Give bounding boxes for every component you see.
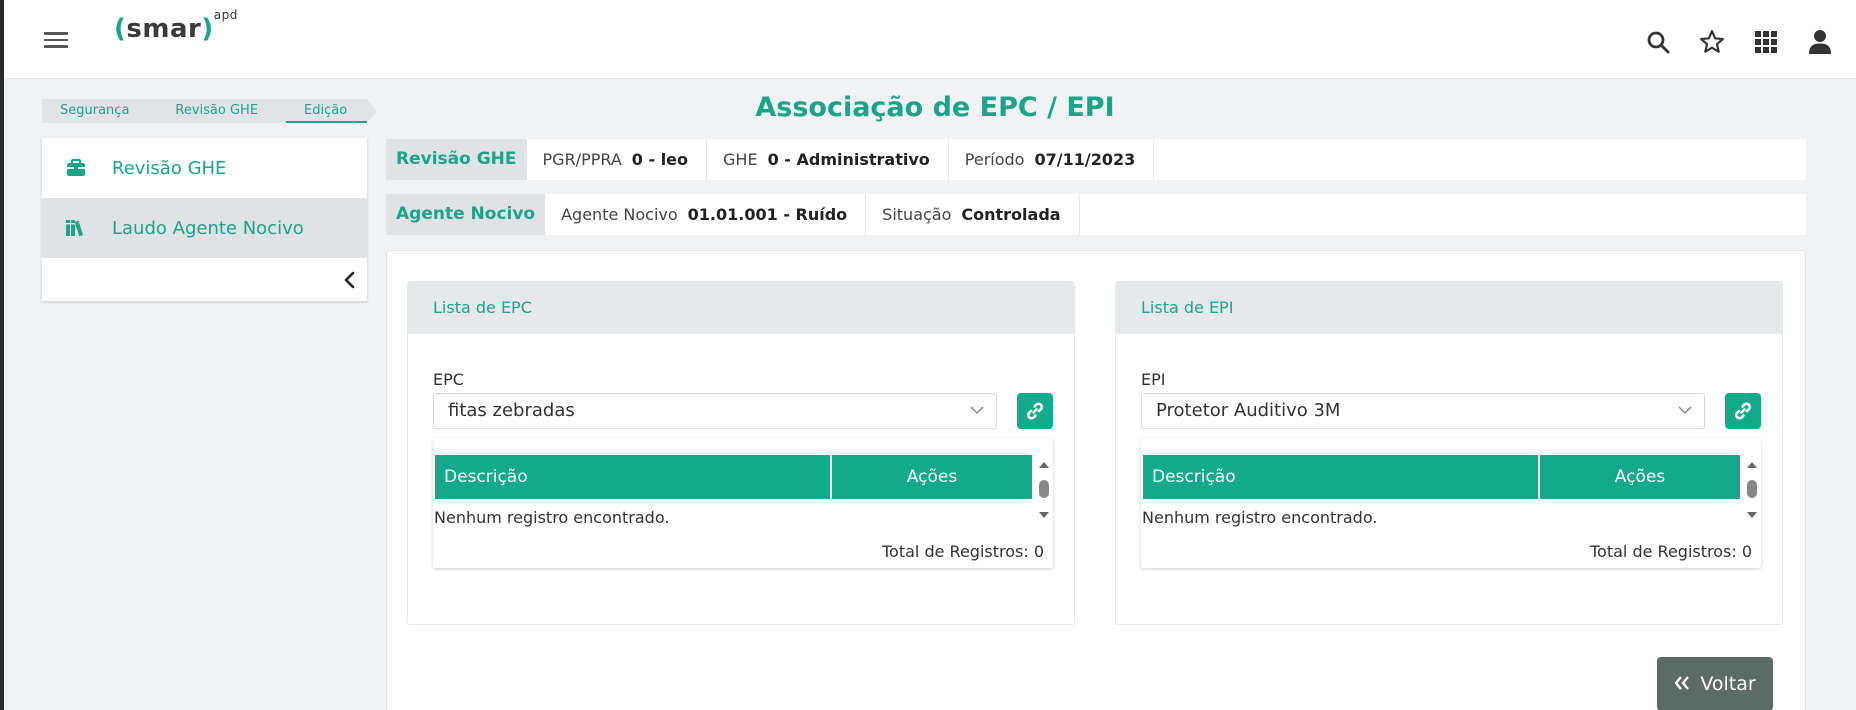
- revisao-ghe-badge: Revisão GHE: [386, 139, 527, 180]
- scroll-down-arrow-icon[interactable]: [1039, 512, 1049, 518]
- epi-panel-title: Lista de EPI: [1116, 282, 1782, 334]
- top-actions: [1642, 26, 1836, 58]
- table-scrollbar[interactable]: [1037, 462, 1051, 518]
- link-epc-button[interactable]: [1017, 393, 1053, 429]
- epc-panel-title: Lista de EPC: [408, 282, 1074, 334]
- logo-text: smar: [126, 14, 202, 44]
- breadcrumb-edicao[interactable]: Edição: [278, 99, 378, 123]
- epc-panel: Lista de EPC EPC fitas zebradas Descriçã…: [407, 281, 1075, 625]
- collapse-sidebar-icon[interactable]: [339, 269, 359, 291]
- epi-field-label: EPI: [1141, 370, 1166, 389]
- breadcrumb-revisao-ghe[interactable]: Revisão GHE: [149, 99, 288, 123]
- hamburger-menu-icon[interactable]: [44, 28, 74, 52]
- column-header-acoes[interactable]: Ações: [1540, 455, 1740, 499]
- agente-nocivo-bar: Agente Nocivo Agente Nocivo 01.01.001 - …: [386, 194, 1806, 235]
- breadcrumb-seguranca[interactable]: Segurança: [42, 99, 160, 123]
- scroll-thumb[interactable]: [1039, 480, 1049, 498]
- column-header-descricao[interactable]: Descrição: [435, 455, 832, 499]
- epc-field-label: EPC: [433, 370, 464, 389]
- field-label: Agente Nocivo: [561, 205, 678, 224]
- star-icon[interactable]: [1696, 26, 1728, 58]
- field-label: GHE: [723, 150, 758, 169]
- field-value: 07/11/2023: [1034, 150, 1136, 169]
- link-icon: [1027, 402, 1043, 420]
- field-value: 0 - Administrativo: [767, 150, 930, 169]
- window-edge: [0, 0, 4, 710]
- table-header: Descrição Ações: [435, 455, 1032, 499]
- logo-suffix: apd: [213, 8, 238, 23]
- scroll-up-arrow-icon[interactable]: [1039, 462, 1049, 468]
- epi-select[interactable]: Protetor Auditivo 3M: [1141, 393, 1705, 429]
- field-label: Situação: [882, 205, 952, 224]
- scroll-thumb[interactable]: [1747, 480, 1757, 498]
- column-header-acoes[interactable]: Ações: [832, 455, 1032, 499]
- epi-panel: Lista de EPI EPI Protetor Auditivo 3M De…: [1115, 281, 1783, 625]
- empty-message: Nenhum registro encontrado.: [1142, 508, 1378, 527]
- scroll-up-arrow-icon[interactable]: [1747, 462, 1757, 468]
- field-label: PGR/PPRA: [542, 150, 622, 169]
- total-records: Total de Registros: 0: [882, 542, 1044, 561]
- user-icon[interactable]: [1804, 26, 1836, 58]
- epi-table: Descrição Ações Nenhum registro encontra…: [1141, 438, 1761, 568]
- page-title: Associação de EPC / EPI: [755, 92, 1115, 123]
- double-chevron-left-icon: [1674, 673, 1690, 695]
- search-icon[interactable]: [1642, 26, 1674, 58]
- table-header: Descrição Ações: [1143, 455, 1740, 499]
- link-epi-button[interactable]: [1725, 393, 1761, 429]
- sidebar-item-revisao-ghe[interactable]: Revisão GHE: [42, 138, 367, 198]
- epc-selected-value: fitas zebradas: [448, 400, 575, 421]
- chevron-down-icon: [1678, 394, 1692, 440]
- field-label: Período: [964, 150, 1025, 169]
- sidebar-item-label: Laudo Agente Nocivo: [112, 217, 304, 239]
- scroll-down-arrow-icon[interactable]: [1747, 512, 1757, 518]
- column-header-descricao[interactable]: Descrição: [1143, 455, 1540, 499]
- books-icon: [42, 219, 110, 237]
- revisao-ghe-bar: Revisão GHE PGR/PPRA 0 - leo GHE 0 - Adm…: [386, 139, 1806, 180]
- agente-nocivo-field: Agente Nocivo 01.01.001 - Ruído: [545, 194, 867, 235]
- periodo-field: Período 07/11/2023: [949, 139, 1155, 180]
- situacao-field: Situação Controlada: [866, 194, 1080, 235]
- apps-grid-icon[interactable]: [1750, 26, 1782, 58]
- voltar-button[interactable]: Voltar: [1657, 657, 1773, 710]
- total-records: Total de Registros: 0: [1590, 542, 1752, 561]
- voltar-label: Voltar: [1700, 673, 1756, 695]
- field-value: 0 - leo: [631, 150, 689, 169]
- empty-message: Nenhum registro encontrado.: [434, 508, 670, 527]
- briefcase-icon: [42, 159, 110, 177]
- sidebar: Revisão GHE Laudo Agente Nocivo: [42, 138, 367, 301]
- epc-select[interactable]: fitas zebradas: [433, 393, 997, 429]
- ghe-field: GHE 0 - Administrativo: [707, 139, 949, 180]
- field-value: Controlada: [961, 205, 1061, 224]
- main-card: Lista de EPC EPC fitas zebradas Descriçã…: [386, 250, 1806, 710]
- pgr-ppra-field: PGR/PPRA 0 - leo: [527, 139, 708, 180]
- table-scrollbar[interactable]: [1745, 462, 1759, 518]
- logo[interactable]: (smar)apd: [114, 8, 238, 44]
- epc-table: Descrição Ações Nenhum registro encontra…: [433, 438, 1053, 568]
- sidebar-item-label: Revisão GHE: [112, 157, 227, 179]
- chevron-down-icon: [970, 394, 984, 440]
- field-value: 01.01.001 - Ruído: [687, 205, 848, 224]
- epi-selected-value: Protetor Auditivo 3M: [1156, 400, 1341, 421]
- agente-nocivo-badge: Agente Nocivo: [386, 194, 546, 235]
- link-icon: [1735, 402, 1751, 420]
- sidebar-item-laudo-agente-nocivo[interactable]: Laudo Agente Nocivo: [42, 198, 367, 258]
- top-bar: (smar)apd: [4, 0, 1856, 79]
- breadcrumb: Segurança Revisão GHE Edição: [42, 99, 378, 123]
